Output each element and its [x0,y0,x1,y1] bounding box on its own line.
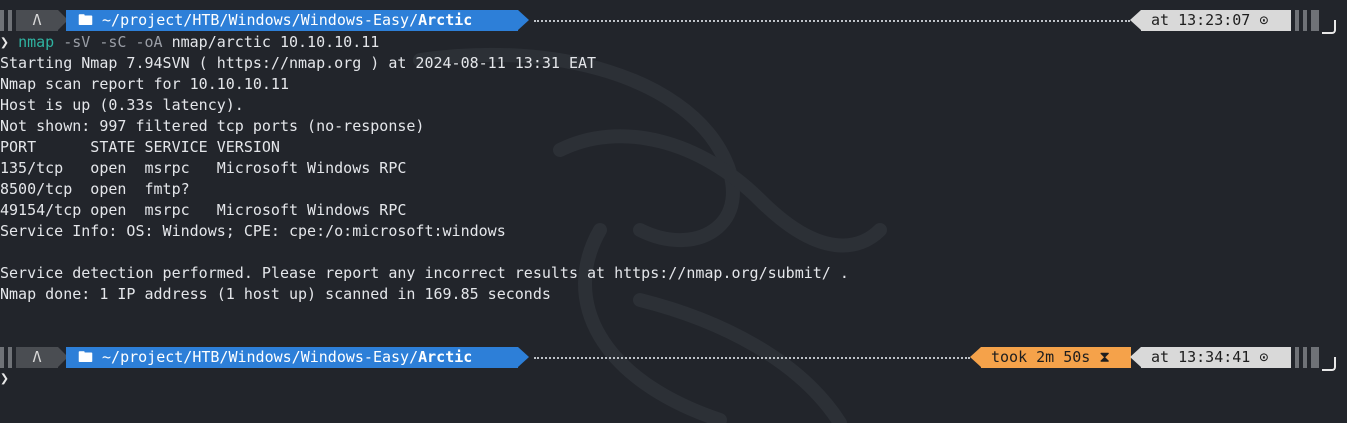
output-line: 49154/tcp open msrpc Microsoft Windows R… [0,201,407,219]
command-args: nmap/arctic 10.10.10.11 [171,33,380,51]
segment-separator [518,347,529,367]
input-prompt-line[interactable]: ❯ [0,368,9,389]
segment-separator [970,347,981,367]
output-line: Starting Nmap 7.94SVN ( https://nmap.org… [0,54,597,72]
prompt-corner [1322,20,1336,34]
bar-stripe [0,347,4,368]
bar-stripe [1311,10,1319,31]
segment-separator [1130,347,1141,367]
dotted-filler [534,357,970,359]
timestamp: at 13:23:07 ⊙ [1141,10,1291,31]
segment-separator [1130,10,1141,30]
output-line: 8500/tcp open fmtp? [0,180,190,198]
bar-stripe [1311,347,1319,368]
command-name: nmap [18,33,55,51]
timestamp: at 13:34:41 ⊙ [1141,347,1291,368]
bar-stripe [1303,347,1307,368]
bar-stripe [8,10,12,31]
bar-stripe [1303,10,1307,31]
prompt-bar-1: Λ 🖿 ~/project/HTB/Windows/Windows-Easy/A… [0,10,1347,31]
output-line: Not shown: 997 filtered tcp ports (no-re… [0,117,425,135]
bar-stripe [0,10,4,31]
output-line: Service Info: OS: Windows; CPE: cpe:/o:m… [0,222,506,240]
terminal-window[interactable]: Λ 🖿 ~/project/HTB/Windows/Windows-Easy/A… [0,0,1347,423]
output-line: Nmap done: 1 IP address (1 host up) scan… [0,285,551,303]
bar-stripe [8,347,12,368]
output-line: 135/tcp open msrpc Microsoft Windows RPC [0,159,407,177]
bar-stripe [1295,347,1299,368]
os-icon: Λ [16,347,58,368]
output-line: Service detection performed. Please repo… [0,264,849,282]
path-prefix: 🖿 ~/project/HTB/Windows/Windows-Easy/ [78,348,419,366]
command-duration: took 2m 50s ⧗ [981,347,1131,368]
prompt-char: ❯ [0,369,10,387]
prompt-corner [1322,357,1336,371]
dotted-filler [534,20,1130,22]
output-line: Host is up (0.33s latency). [0,96,244,114]
output-line: Nmap scan report for 10.10.10.11 [0,75,289,93]
os-icon: Λ [16,10,58,31]
prompt-bar-2: Λ 🖿 ~/project/HTB/Windows/Windows-Easy/A… [0,347,1347,368]
command-line: ❯ nmap -sV -sC -oA nmap/arctic 10.10.10.… [0,32,379,53]
current-path: 🖿 ~/project/HTB/Windows/Windows-Easy/Arc… [66,347,518,368]
prompt-char: ❯ [0,33,10,51]
path-prefix: 🖿 ~/project/HTB/Windows/Windows-Easy/ [78,11,419,29]
output-line: PORT STATE SERVICE VERSION [0,138,280,156]
segment-separator [518,10,529,30]
command-flags: -sV -sC -oA [63,33,163,51]
current-path: 🖿 ~/project/HTB/Windows/Windows-Easy/Arc… [66,10,518,31]
path-current-dir: Arctic [418,11,473,29]
bar-stripe [1295,10,1299,31]
path-current-dir: Arctic [418,348,473,366]
